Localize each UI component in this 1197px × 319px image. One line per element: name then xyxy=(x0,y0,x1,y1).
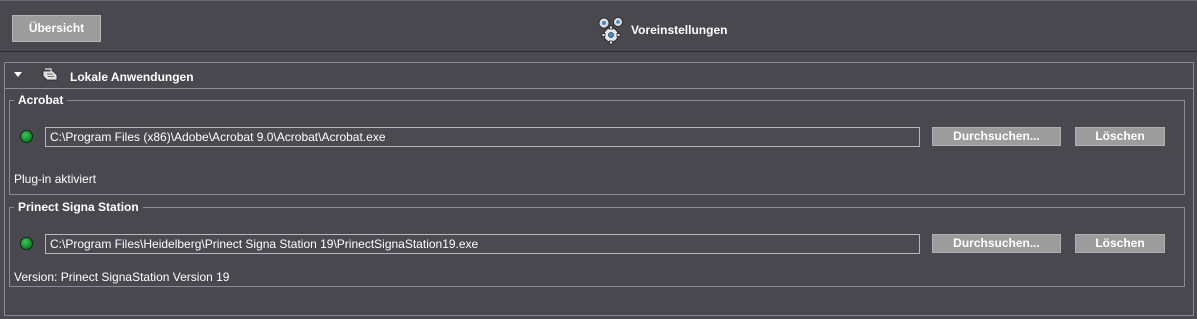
preferences-window: Übersicht Voreinstellungen Lokale Anwend… xyxy=(0,0,1197,319)
acrobat-delete-button[interactable]: Löschen xyxy=(1075,127,1165,146)
gears-icon xyxy=(596,15,626,45)
signa-station-browse-button[interactable]: Durchsuchen... xyxy=(932,234,1061,253)
top-toolbar: Übersicht Voreinstellungen xyxy=(0,0,1197,52)
page-title: Voreinstellungen xyxy=(631,23,728,37)
signa-station-path-input[interactable] xyxy=(45,234,920,254)
status-ok-icon xyxy=(20,130,33,143)
section-header[interactable]: Lokale Anwendungen xyxy=(5,63,1193,89)
signa-station-info-text: Version: Prinect SignaStation Version 19 xyxy=(14,270,230,284)
signa-station-group: Prinect Signa Station Durchsuchen... Lös… xyxy=(9,199,1185,287)
toolbar-title-area: Voreinstellungen xyxy=(596,15,727,45)
collapse-arrow-icon[interactable] xyxy=(14,72,22,77)
status-ok-icon xyxy=(20,237,33,250)
overview-button[interactable]: Übersicht xyxy=(12,15,101,42)
local-applications-icon xyxy=(41,68,61,87)
acrobat-info-text: Plug-in aktiviert xyxy=(14,172,97,186)
signa-station-delete-button[interactable]: Löschen xyxy=(1075,234,1165,253)
acrobat-path-input[interactable] xyxy=(45,127,920,147)
acrobat-group: Acrobat Durchsuchen... Löschen Plug-in a… xyxy=(9,92,1185,195)
acrobat-browse-button[interactable]: Durchsuchen... xyxy=(932,127,1061,146)
group-legend: Prinect Signa Station xyxy=(14,199,143,215)
local-applications-panel: Lokale Anwendungen Acrobat Durchsuchen..… xyxy=(4,62,1194,316)
section-title: Lokale Anwendungen xyxy=(70,70,194,84)
group-legend: Acrobat xyxy=(14,92,68,108)
